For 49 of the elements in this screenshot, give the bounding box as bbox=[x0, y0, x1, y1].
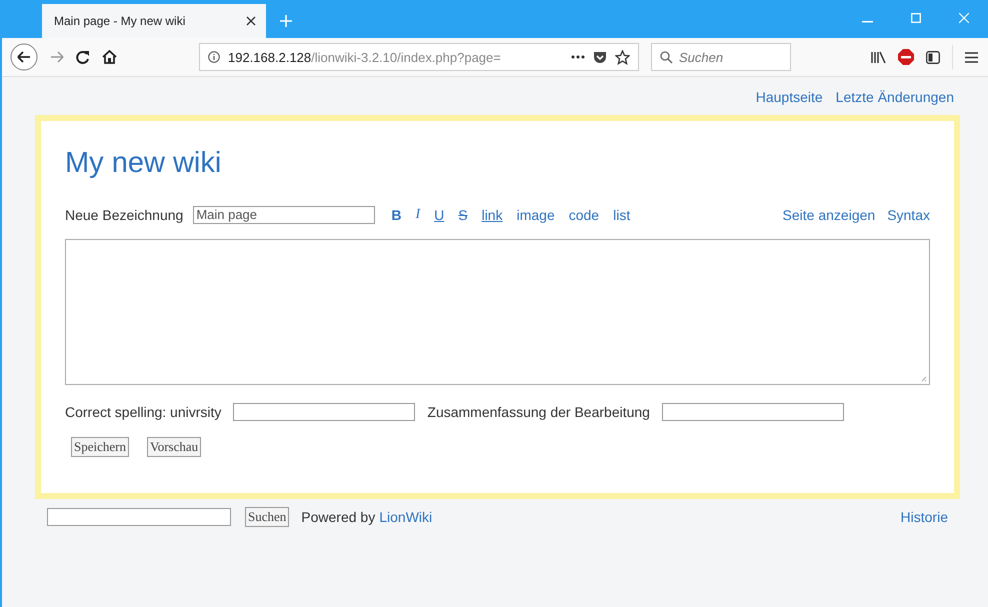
reload-icon[interactable] bbox=[76, 50, 90, 64]
close-icon[interactable] bbox=[246, 16, 256, 26]
search-field[interactable] bbox=[47, 508, 231, 526]
home-icon[interactable] bbox=[102, 50, 117, 64]
answer-field[interactable] bbox=[233, 403, 416, 421]
star-icon[interactable] bbox=[615, 50, 630, 64]
summary-label: Zusammenfassung der Bearbeitung bbox=[427, 404, 650, 420]
lionwiki-link[interactable]: LionWiki bbox=[379, 509, 432, 525]
sidebar-icon[interactable] bbox=[926, 50, 940, 64]
search-button[interactable]: Suchen bbox=[245, 507, 290, 527]
url-text: 192.168.2.128/lionwiki-3.2.10/index.php?page= bbox=[228, 50, 501, 64]
stop-sign-icon[interactable] bbox=[898, 49, 914, 65]
format-link[interactable]: code bbox=[566, 207, 602, 223]
powered-by-text: Powered by bbox=[301, 509, 376, 525]
name-field[interactable]: Main page bbox=[193, 206, 376, 224]
search-icon bbox=[660, 50, 673, 64]
format-link[interactable]: list bbox=[611, 207, 632, 223]
nav-link[interactable]: Hauptseite bbox=[756, 89, 823, 105]
library-icon[interactable] bbox=[871, 50, 886, 64]
more-icon[interactable] bbox=[571, 55, 585, 59]
bold-button[interactable]: B bbox=[389, 207, 404, 223]
forward-icon[interactable] bbox=[50, 51, 64, 63]
resize-grip-icon[interactable] bbox=[921, 376, 927, 382]
underline-button[interactable]: U bbox=[432, 207, 446, 223]
address-bar[interactable]: 192.168.2.128/lionwiki-3.2.10/index.php?page= bbox=[199, 43, 639, 71]
menu-icon[interactable] bbox=[965, 52, 978, 62]
info-icon[interactable] bbox=[208, 51, 220, 63]
browser-tab[interactable]: Main page - My new wiki bbox=[42, 4, 266, 38]
wiki-title: My new wiki bbox=[65, 147, 222, 180]
nav-link[interactable]: Letzte Änderungen bbox=[836, 89, 954, 105]
history-link[interactable]: Historie bbox=[900, 509, 948, 525]
strikethrough-button[interactable]: S bbox=[456, 207, 470, 223]
back-icon[interactable] bbox=[10, 43, 38, 71]
summary-field[interactable] bbox=[662, 403, 844, 421]
plus-icon[interactable] bbox=[280, 15, 292, 27]
form-button[interactable]: Vorschau bbox=[146, 437, 202, 457]
search-field[interactable]: Suchen bbox=[651, 43, 791, 71]
spelling-label: Correct spelling: univrsity bbox=[65, 404, 222, 420]
maximize-icon[interactable] bbox=[911, 13, 921, 23]
minimize-icon[interactable] bbox=[862, 21, 873, 23]
form-button[interactable]: Speichern bbox=[71, 437, 129, 457]
format-link[interactable]: link bbox=[480, 207, 505, 223]
italic-button[interactable]: I bbox=[413, 207, 422, 223]
editor-link[interactable]: Syntax bbox=[887, 207, 930, 223]
tab-title: Main page - My new wiki bbox=[54, 14, 186, 28]
name-label: Neue Bezeichnung bbox=[65, 207, 184, 223]
format-link[interactable]: image bbox=[514, 207, 557, 223]
pocket-icon[interactable] bbox=[593, 50, 607, 64]
editor-link[interactable]: Seite anzeigen bbox=[782, 207, 876, 223]
